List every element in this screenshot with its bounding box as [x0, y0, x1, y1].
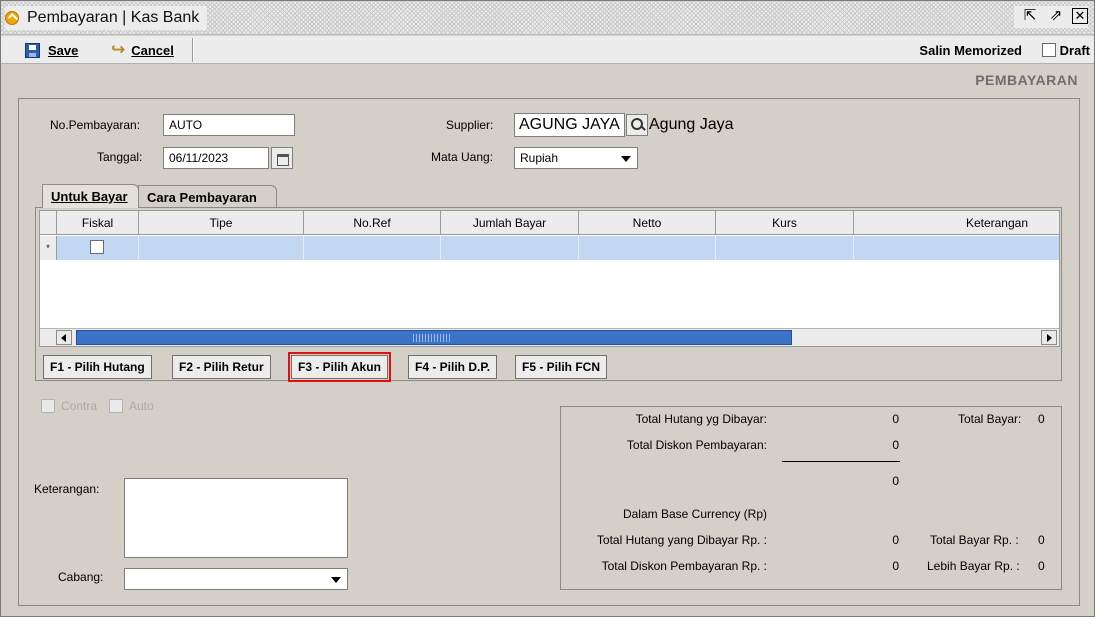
tab-cara-pembayaran[interactable]: Cara Pembayaran — [138, 185, 277, 208]
netto-cell[interactable] — [579, 236, 716, 260]
salin-memorized-button[interactable]: Salin Memorized — [919, 40, 1022, 60]
column-header[interactable]: Netto — [579, 211, 716, 235]
total-diskon-value: 0 — [892, 438, 899, 452]
no-ref-cell[interactable] — [304, 236, 441, 260]
search-icon[interactable] — [626, 114, 648, 136]
total-hutang-label: Total Hutang yg Dibayar: — [635, 412, 767, 426]
window-controls: ⇱ ⇗ ✕ — [1014, 6, 1088, 28]
mata-uang-select[interactable]: Rupiah — [514, 147, 638, 169]
lebih-bayar-rp-label: Lebih Bayar Rp. : — [927, 559, 1020, 573]
cabang-label: Cabang: — [58, 570, 104, 584]
pilih-hutang-button[interactable]: F1 - Pilih Hutang — [43, 355, 152, 379]
contra-option[interactable]: Contra — [41, 399, 97, 413]
kurs-cell[interactable] — [716, 236, 854, 260]
auto-option[interactable]: Auto — [109, 399, 154, 413]
draft-toggle[interactable]: Draft — [1041, 40, 1090, 60]
total-bayar-rp-label: Total Bayar Rp. : — [930, 533, 1019, 547]
cancel-icon: ↩ — [111, 40, 126, 59]
keterangan-cell[interactable] — [854, 236, 1061, 260]
total-diskon-rp-label: Total Diskon Pembayaran Rp. : — [601, 559, 767, 573]
fiskal-checkbox[interactable] — [90, 240, 104, 254]
table-row[interactable]: * — [40, 236, 1059, 260]
pilih-fcn-button[interactable]: F5 - Pilih FCN — [515, 355, 607, 379]
total-hutang-value: 0 — [892, 412, 899, 426]
chevron-down-icon — [331, 577, 341, 583]
total-bayar-label: Total Bayar: — [958, 412, 1022, 426]
mata-uang-label: Mata Uang: — [431, 150, 494, 164]
total-bayar-rp-value: 0 — [1038, 533, 1045, 547]
maximize-icon[interactable]: ⇗ — [1046, 6, 1066, 26]
sum-divider — [782, 461, 900, 462]
fiskal-cell[interactable] — [57, 236, 139, 260]
no-pembayaran-input[interactable]: AUTO — [163, 114, 295, 136]
total-hutang-rp-label: Total Hutang yang Dibayar Rp. : — [596, 533, 767, 547]
tanggal-input[interactable]: 06/11/2023 — [163, 147, 269, 169]
supplier-name: Agung Jaya — [649, 116, 734, 133]
grid-header: Fiskal Tipe No.Ref Jumlah Bayar Netto Ku… — [40, 211, 1059, 235]
payment-window: Pembayaran | Kas Bank ⇱ ⇗ ✕ Save ↩ Cance… — [0, 0, 1095, 617]
toolbar: Save ↩ Cancel Salin Memorized Draft — [1, 36, 1094, 64]
calendar-icon[interactable] — [271, 147, 293, 169]
save-label: Save — [48, 42, 79, 58]
page-heading: PEMBAYARAN — [975, 72, 1078, 88]
column-header[interactable]: Tipe — [139, 211, 304, 235]
auto-checkbox[interactable] — [109, 399, 123, 413]
save-icon — [25, 42, 40, 58]
contra-label: Contra — [61, 399, 98, 413]
scroll-thumb[interactable] — [76, 330, 792, 345]
pilih-dp-button[interactable]: F4 - Pilih D.P. — [408, 355, 498, 379]
draft-label: Draft — [1059, 42, 1090, 58]
column-header[interactable]: Kurs — [716, 211, 854, 235]
toolbar-separator — [192, 38, 194, 62]
column-header[interactable]: Keterangan — [854, 211, 1061, 235]
tab-cara-pembayaran-label: Cara Pembayaran — [147, 190, 257, 205]
keterangan-label: Keterangan: — [34, 482, 100, 496]
lebih-bayar-rp-value: 0 — [1038, 559, 1045, 573]
restore-icon[interactable]: ⇱ — [1020, 6, 1040, 26]
new-row-marker: * — [40, 236, 57, 260]
mata-uang-value: Rupiah — [520, 151, 559, 165]
total-hutang-rp-value: 0 — [892, 533, 899, 547]
salin-memorized-label: Salin Memorized — [919, 42, 1022, 58]
tipe-cell[interactable] — [139, 236, 304, 260]
column-header[interactable]: No.Ref — [304, 211, 441, 235]
total-diskon-label: Total Diskon Pembayaran: — [626, 438, 767, 452]
subtotal-value: 0 — [892, 474, 899, 488]
window-title: Pembayaran | Kas Bank — [27, 9, 200, 26]
save-button[interactable]: Save — [25, 40, 78, 60]
chevron-down-icon — [621, 156, 631, 162]
draft-checkbox[interactable] — [1041, 43, 1056, 57]
tanggal-label: Tanggal: — [97, 150, 143, 164]
contra-checkbox[interactable] — [41, 399, 55, 413]
grid-corner — [40, 211, 57, 235]
no-pembayaran-label: No.Pembayaran: — [50, 118, 141, 132]
app-logo-icon — [5, 11, 19, 25]
total-diskon-rp-value: 0 — [892, 559, 899, 573]
close-icon[interactable]: ✕ — [1072, 8, 1088, 24]
jumlah-bayar-cell[interactable] — [441, 236, 579, 260]
payment-grid[interactable]: Fiskal Tipe No.Ref Jumlah Bayar Netto Ku… — [39, 210, 1060, 347]
supplier-label: Supplier: — [446, 118, 494, 132]
total-bayar-value: 0 — [1038, 412, 1045, 426]
horizontal-scrollbar[interactable] — [40, 328, 1059, 346]
keterangan-textarea[interactable] — [124, 478, 348, 558]
scroll-left-icon[interactable] — [56, 330, 72, 345]
column-header[interactable]: Jumlah Bayar — [441, 211, 579, 235]
tab-untuk-bayar[interactable]: Untuk Bayar — [42, 184, 139, 208]
cancel-label: Cancel — [131, 42, 174, 58]
cabang-select[interactable] — [124, 568, 348, 590]
title-wrap: Pembayaran | Kas Bank — [5, 6, 208, 30]
tab-untuk-bayar-label: Untuk Bayar — [51, 189, 128, 204]
base-currency-label: Dalam Base Currency (Rp) — [622, 507, 767, 521]
pilih-retur-button[interactable]: F2 - Pilih Retur — [172, 355, 271, 379]
pilih-akun-button[interactable]: F3 - Pilih Akun — [288, 352, 391, 382]
column-header[interactable]: Fiskal — [57, 211, 139, 235]
supplier-code-input[interactable]: AGUNG JAYA — [514, 113, 625, 137]
scroll-right-icon[interactable] — [1041, 330, 1057, 345]
cancel-button[interactable]: ↩ Cancel — [111, 40, 174, 60]
auto-label: Auto — [129, 399, 154, 413]
title-bar[interactable]: Pembayaran | Kas Bank ⇱ ⇗ ✕ — [1, 1, 1094, 35]
